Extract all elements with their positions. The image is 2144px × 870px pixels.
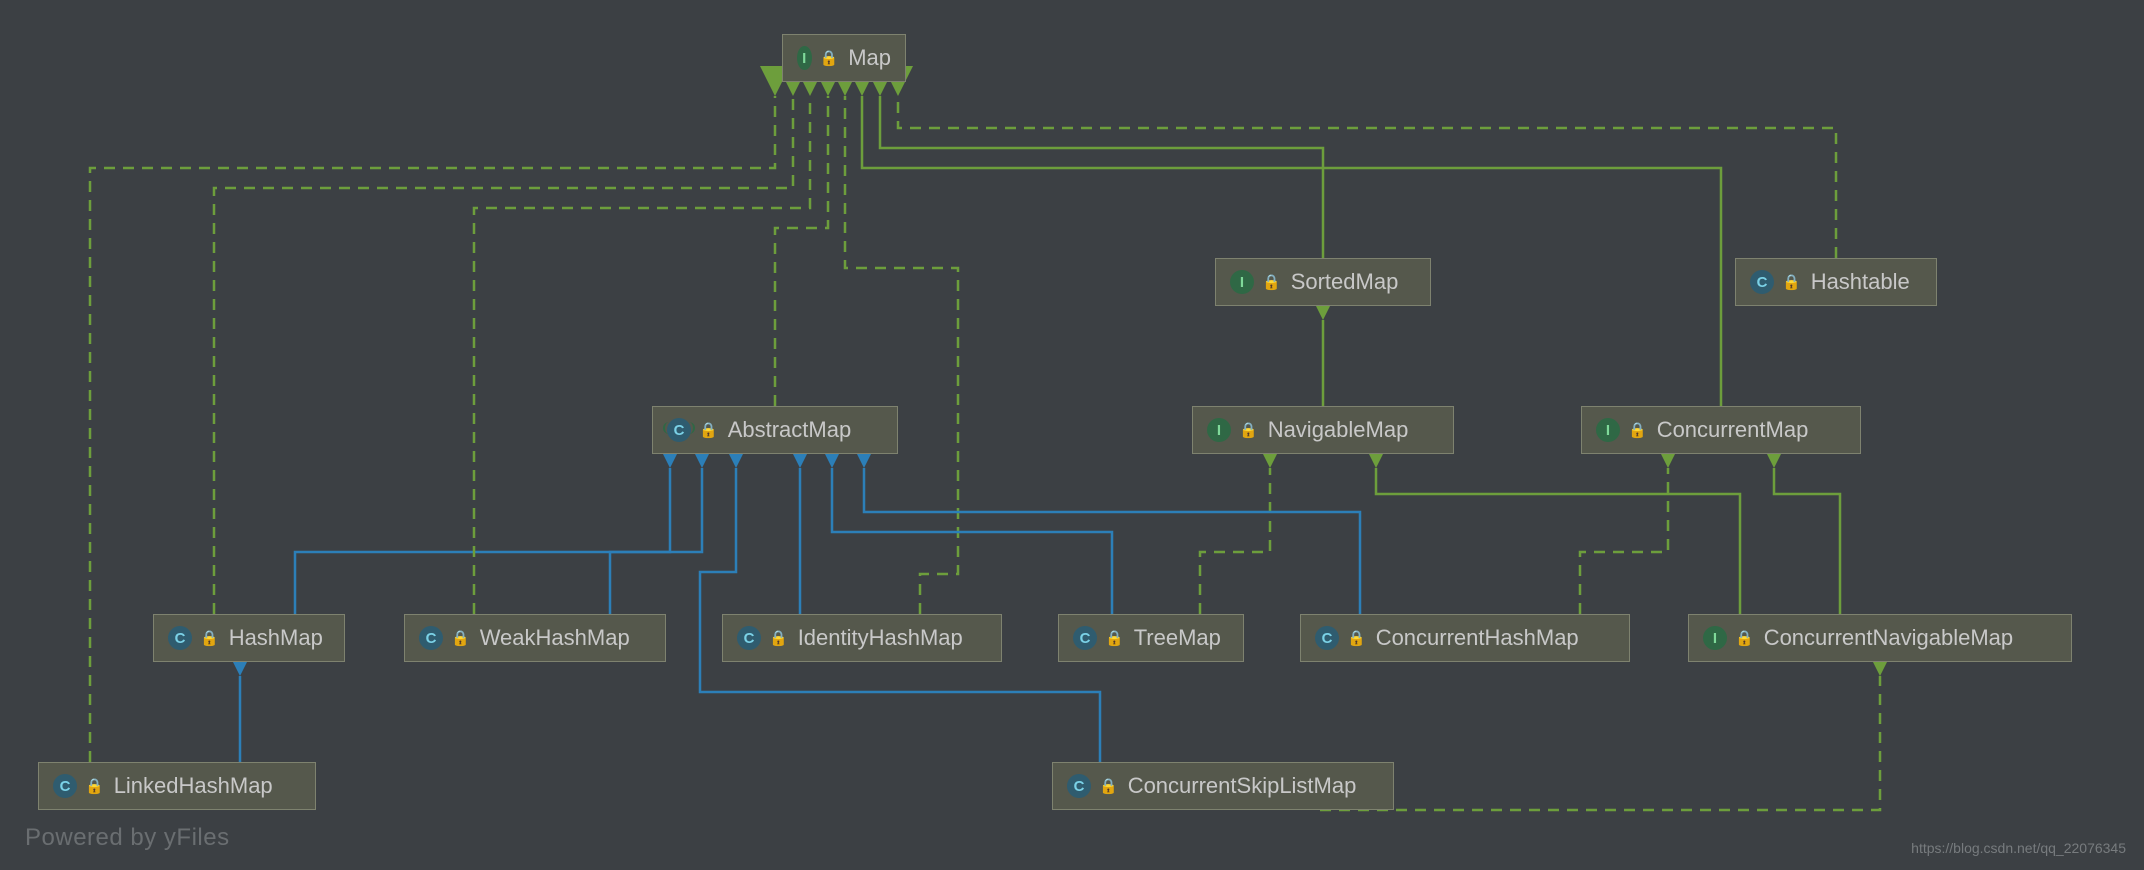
interface-icon: I (1596, 418, 1620, 442)
lock-icon: 🔒 (699, 421, 718, 439)
node-label: HashMap (229, 625, 323, 651)
diagram-canvas: I 🔒 Map I 🔒 SortedMap C 🔒 Hashtable C 🔒 … (0, 0, 2144, 870)
lock-icon: 🔒 (769, 629, 788, 647)
lock-icon: 🔒 (1239, 421, 1258, 439)
node-linkedhashmap[interactable]: C 🔒 LinkedHashMap (38, 762, 316, 810)
class-icon: C (1073, 626, 1097, 650)
node-label: WeakHashMap (480, 625, 630, 651)
class-icon: C (168, 626, 192, 650)
node-concurrentnavigablemap[interactable]: I 🔒 ConcurrentNavigableMap (1688, 614, 2072, 662)
node-hashtable[interactable]: C 🔒 Hashtable (1735, 258, 1937, 306)
class-icon: C (1067, 774, 1091, 798)
interface-icon: I (1703, 626, 1727, 650)
interface-icon: I (1207, 418, 1231, 442)
lock-icon: 🔒 (451, 629, 470, 647)
node-weakhashmap[interactable]: C 🔒 WeakHashMap (404, 614, 666, 662)
node-label: IdentityHashMap (798, 625, 963, 651)
class-icon: C (1750, 270, 1774, 294)
lock-icon: 🔒 (1735, 629, 1754, 647)
node-abstractmap[interactable]: C 🔒 AbstractMap (652, 406, 898, 454)
lock-icon: 🔒 (1782, 273, 1801, 291)
node-label: ConcurrentMap (1657, 417, 1809, 443)
node-concurrentmap[interactable]: I 🔒 ConcurrentMap (1581, 406, 1861, 454)
lock-icon: 🔒 (1628, 421, 1647, 439)
node-concurrenthashmap[interactable]: C 🔒 ConcurrentHashMap (1300, 614, 1630, 662)
node-label: LinkedHashMap (114, 773, 273, 799)
lock-icon: 🔒 (820, 49, 839, 67)
lock-icon: 🔒 (85, 777, 104, 795)
node-label: ConcurrentHashMap (1376, 625, 1579, 651)
class-icon: C (737, 626, 761, 650)
node-treemap[interactable]: C 🔒 TreeMap (1058, 614, 1244, 662)
node-navigablemap[interactable]: I 🔒 NavigableMap (1192, 406, 1454, 454)
node-hashmap[interactable]: C 🔒 HashMap (153, 614, 345, 662)
interface-icon: I (1230, 270, 1254, 294)
lock-icon: 🔒 (200, 629, 219, 647)
class-icon: C (1315, 626, 1339, 650)
node-sortedmap[interactable]: I 🔒 SortedMap (1215, 258, 1431, 306)
node-map[interactable]: I 🔒 Map (782, 34, 906, 82)
watermark-text: Powered by yFiles (25, 824, 230, 852)
node-concurrentskiplistmap[interactable]: C 🔒 ConcurrentSkipListMap (1052, 762, 1394, 810)
class-icon: C (53, 774, 77, 798)
node-identityhashmap[interactable]: C 🔒 IdentityHashMap (722, 614, 1002, 662)
class-icon: C (419, 626, 443, 650)
node-label: NavigableMap (1268, 417, 1409, 443)
abstract-class-icon: C (667, 418, 691, 442)
node-label: ConcurrentNavigableMap (1764, 625, 2013, 651)
lock-icon: 🔒 (1347, 629, 1366, 647)
lock-icon: 🔒 (1262, 273, 1281, 291)
lock-icon: 🔒 (1105, 629, 1124, 647)
credit-text: https://blog.csdn.net/qq_22076345 (1911, 840, 2126, 856)
node-label: Map (848, 45, 891, 71)
interface-icon: I (797, 46, 812, 70)
lock-icon: 🔒 (1099, 777, 1118, 795)
node-label: ConcurrentSkipListMap (1128, 773, 1357, 799)
node-label: TreeMap (1134, 625, 1221, 651)
node-label: Hashtable (1811, 269, 1910, 295)
node-label: AbstractMap (728, 417, 852, 443)
node-label: SortedMap (1291, 269, 1399, 295)
